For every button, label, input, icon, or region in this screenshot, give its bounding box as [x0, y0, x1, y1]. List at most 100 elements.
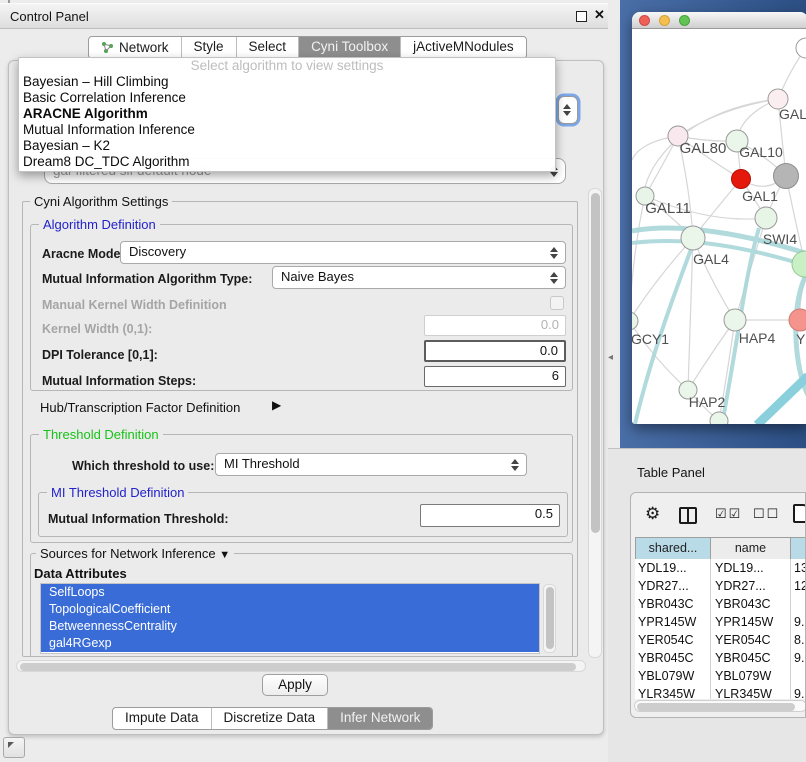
- table-cell[interactable]: YER054C: [635, 631, 710, 649]
- column-layout-icon[interactable]: [679, 507, 697, 524]
- kernel-width-field[interactable]: 0.0: [424, 315, 566, 336]
- list-vscrollbar[interactable]: [543, 584, 556, 653]
- dpi-tolerance-label: DPI Tolerance [0,1]:: [42, 348, 158, 362]
- node-gal1-selected: [732, 170, 751, 189]
- table-body: YDL19...YDL19...13 YDR27...YDR27...12 YB…: [635, 559, 806, 699]
- popup-item[interactable]: Bayesian – K2: [19, 138, 555, 154]
- column-header-partial[interactable]: [791, 538, 806, 560]
- node-label: GAL80: [680, 140, 727, 157]
- mi-type-combo[interactable]: Naive Bayes: [272, 266, 566, 289]
- close-icon[interactable]: ✕: [594, 7, 605, 23]
- table-header-row: shared... name: [635, 537, 806, 559]
- table-cell[interactable]: 9.: [790, 649, 806, 667]
- network-canvas[interactable]: GAL GAL80 GAL10 GAL1 GAL11 SWI4 GAL4 GCY…: [632, 29, 806, 424]
- minimize-traffic-light[interactable]: [659, 15, 670, 26]
- table-cell[interactable]: 12: [790, 577, 806, 595]
- table-cell[interactable]: YBR043C: [710, 595, 790, 613]
- popup-item[interactable]: Dream8 DC_TDC Algorithm: [19, 154, 555, 170]
- dpi-tolerance-field[interactable]: 0.0: [424, 340, 566, 362]
- list-item[interactable]: SelfLoops: [41, 584, 539, 601]
- panel-divider-arrow-icon[interactable]: ◂: [608, 352, 613, 363]
- table-cell[interactable]: YLR345W: [710, 685, 790, 699]
- table-cell[interactable]: 13: [790, 559, 806, 577]
- table-cell[interactable]: [790, 667, 806, 685]
- table-cell[interactable]: YBR043C: [635, 595, 710, 613]
- cyni-bottom-tabbar: Impute Data Discretize Data Infer Networ…: [112, 707, 433, 730]
- aracne-mode-combo[interactable]: Discovery: [120, 241, 566, 264]
- table-cell[interactable]: YBR045C: [710, 649, 790, 667]
- table-cell[interactable]: YDR27...: [635, 577, 710, 595]
- node-gal4: [681, 226, 705, 250]
- popup-hint: Select algorithm to view settings: [19, 58, 555, 74]
- table-cell[interactable]: YBR045C: [635, 649, 710, 667]
- settings-hscrollbar-thumb[interactable]: [20, 663, 576, 671]
- control-panel-tabbar: Network Style Select Cyni Toolbox jActiv…: [88, 36, 527, 59]
- column-header-shared-name[interactable]: shared...: [636, 538, 711, 560]
- select-all-columns-icon[interactable]: ☑☑: [715, 506, 742, 522]
- tab-select[interactable]: Select: [237, 37, 300, 58]
- table-cell[interactable]: YPR145W: [635, 613, 710, 631]
- tab-style[interactable]: Style: [182, 37, 237, 58]
- close-traffic-light[interactable]: [639, 15, 650, 26]
- node-label: GAL4: [693, 251, 729, 267]
- sources-title: Sources for Network Inference ▼: [36, 546, 234, 561]
- float-window-icon[interactable]: [576, 11, 587, 22]
- zoom-traffic-light[interactable]: [679, 15, 690, 26]
- mi-steps-field[interactable]: 6: [424, 366, 566, 387]
- tab-cyni-toolbox[interactable]: Cyni Toolbox: [299, 37, 401, 58]
- settings-hscrollbar[interactable]: [16, 660, 586, 672]
- table-cell[interactable]: 8.: [790, 631, 806, 649]
- table-cell[interactable]: YLR345W: [635, 685, 710, 699]
- list-item[interactable]: TopologicalCoefficient: [41, 601, 539, 618]
- node-label: HAP2: [689, 394, 726, 410]
- settings-gear-icon[interactable]: ⚙: [645, 504, 660, 524]
- tab-network[interactable]: Network: [89, 37, 182, 58]
- list-vscrollbar-thumb[interactable]: [546, 587, 554, 649]
- tab-discretize-data[interactable]: Discretize Data: [212, 708, 329, 729]
- table-cell[interactable]: 9.: [790, 613, 806, 631]
- table-panel-title: Table Panel: [637, 465, 705, 480]
- kernel-width-label: Kernel Width (0,1):: [42, 322, 152, 336]
- settings-vscrollbar-thumb[interactable]: [591, 193, 600, 533]
- inference-combo-fragment[interactable]: [558, 96, 578, 124]
- cyni-settings-title: Cyni Algorithm Settings: [30, 194, 172, 209]
- list-item[interactable]: gal4RGexp: [41, 635, 539, 652]
- table-hscrollbar[interactable]: [634, 700, 806, 712]
- popup-item[interactable]: Basic Correlation Inference: [19, 90, 555, 106]
- node-label: Y: [796, 331, 806, 347]
- float-panel-button[interactable]: [3, 737, 25, 758]
- popup-item-selected[interactable]: ARACNE Algorithm: [19, 106, 555, 122]
- manual-kernel-checkbox[interactable]: [550, 296, 564, 310]
- expand-arrow-icon[interactable]: ▶: [272, 398, 281, 412]
- table-cell[interactable]: YDR27...: [710, 577, 790, 595]
- new-column-icon[interactable]: [793, 504, 806, 523]
- table-cell[interactable]: YBL079W: [635, 667, 710, 685]
- collapse-arrow-icon[interactable]: ▼: [219, 549, 230, 561]
- threshold-definition-title: Threshold Definition: [39, 427, 163, 442]
- node-label: GAL10: [739, 144, 783, 160]
- tab-label: Network: [119, 40, 169, 55]
- settings-vscrollbar[interactable]: [588, 188, 602, 658]
- list-item[interactable]: BetweennessCentrality: [41, 618, 539, 635]
- column-header-name[interactable]: name: [711, 538, 791, 560]
- table-cell[interactable]: 9.: [790, 685, 806, 699]
- table-cell[interactable]: YER054C: [710, 631, 790, 649]
- node-label: SWI4: [763, 231, 797, 247]
- table-hscrollbar-thumb[interactable]: [637, 703, 795, 711]
- tab-infer-network[interactable]: Infer Network: [328, 708, 432, 729]
- tab-impute-data[interactable]: Impute Data: [113, 708, 212, 729]
- tab-jactivemnodules[interactable]: jActiveMNodules: [401, 37, 526, 58]
- popup-item[interactable]: Bayesian – Hill Climbing: [19, 74, 555, 90]
- table-cell[interactable]: YPR145W: [710, 613, 790, 631]
- table-cell[interactable]: YDL19...: [635, 559, 710, 577]
- table-cell[interactable]: YDL19...: [710, 559, 790, 577]
- deselect-all-columns-icon[interactable]: ☐☐: [753, 506, 780, 522]
- network-window-titlebar[interactable]: [632, 12, 806, 29]
- mi-threshold-field[interactable]: 0.5: [420, 504, 560, 527]
- popup-item[interactable]: Mutual Information Inference: [19, 122, 555, 138]
- node-green-large: [792, 251, 806, 277]
- table-cell[interactable]: [790, 595, 806, 613]
- table-cell[interactable]: YBL079W: [710, 667, 790, 685]
- which-threshold-combo[interactable]: MI Threshold: [215, 453, 527, 476]
- apply-button[interactable]: Apply: [262, 674, 328, 696]
